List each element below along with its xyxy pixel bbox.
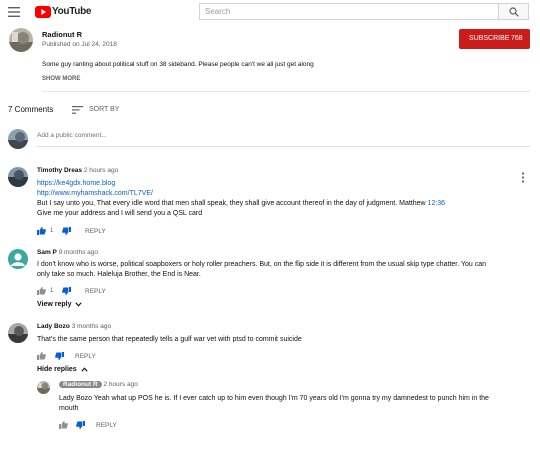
comment-text-line: Give me your address and I will send you…: [37, 210, 203, 217]
comment-time[interactable]: 9 months ago: [59, 249, 98, 256]
comment-link[interactable]: https://ke4gdx.home.blog: [37, 179, 115, 189]
comment-text: But I say unto you, That every idle word…: [37, 199, 527, 209]
channel-avatar[interactable]: [9, 28, 33, 52]
dislike-icon[interactable]: [62, 287, 71, 295]
youtube-play-icon: [35, 6, 51, 18]
video-timestamp-link[interactable]: 12:36: [428, 200, 446, 207]
more-options-icon[interactable]: [521, 172, 525, 183]
comment-link[interactable]: http://www.myhamshack.com/TL7VE/: [37, 189, 153, 199]
comment-avatar[interactable]: [8, 249, 28, 269]
reply-button[interactable]: REPLY: [75, 353, 96, 360]
comment-author[interactable]: Lady Bozo 3 months ago: [37, 323, 111, 330]
reply-author[interactable]: Radionut R 2 hours ago: [59, 381, 138, 388]
hide-replies-label: Hide replies: [37, 366, 77, 373]
comment-avatar[interactable]: [8, 323, 28, 343]
subscribe-label: SUBSCRIBE: [469, 35, 510, 42]
comment-author[interactable]: Sam P 9 months ago: [37, 249, 98, 256]
chevron-down-icon: [75, 302, 83, 307]
search-button[interactable]: [499, 3, 529, 20]
dislike-icon[interactable]: [55, 352, 64, 360]
like-count: 1: [50, 228, 54, 234]
subscriber-count: 768: [511, 35, 523, 42]
dislike-icon[interactable]: [62, 227, 71, 235]
hide-replies-button[interactable]: Hide replies: [37, 366, 88, 373]
top-bar: YouTube Search: [0, 0, 540, 26]
add-comment-input[interactable]: Add a public comment...: [37, 132, 107, 139]
video-description: Some guy ranting about political stuff o…: [42, 61, 314, 68]
reply-text-line: Lady Bozo Yeah what up POS he is. If I e…: [59, 395, 489, 402]
reply-avatar[interactable]: [37, 381, 50, 394]
comment-avatar[interactable]: [8, 167, 28, 187]
comment-input-underline: [37, 146, 530, 147]
show-more-button[interactable]: SHOW MORE: [42, 76, 80, 82]
view-reply-label: View reply: [37, 301, 72, 308]
sort-icon[interactable]: [72, 106, 83, 114]
search-placeholder: Search: [205, 7, 231, 16]
search-icon: [509, 7, 519, 17]
search-input[interactable]: Search: [199, 3, 499, 20]
comment-author[interactable]: Timothy Dreas 2 hours ago: [37, 167, 118, 174]
dislike-icon[interactable]: [76, 421, 85, 429]
divider: [42, 91, 530, 92]
view-reply-button[interactable]: View reply: [37, 301, 83, 308]
comment-time[interactable]: 2 hours ago: [84, 167, 118, 174]
user-avatar: [8, 129, 28, 149]
like-icon[interactable]: [59, 421, 68, 429]
sort-by-button[interactable]: SORT BY: [89, 106, 119, 113]
menu-icon[interactable]: [8, 7, 20, 17]
channel-name[interactable]: Radionut R: [42, 30, 82, 39]
like-icon[interactable]: [37, 227, 46, 235]
reply-text-line: mouth: [59, 405, 79, 412]
youtube-wordmark: YouTube: [52, 6, 92, 17]
comment-text-line: only take so much. Haleluja Brother, the…: [37, 271, 201, 278]
comment-text-line: That's the same person that repeatedly t…: [37, 336, 302, 343]
creator-badge[interactable]: Radionut R: [59, 381, 102, 388]
comment-text-line: But I say unto you, That every idle word…: [37, 200, 426, 207]
like-icon[interactable]: [37, 287, 46, 295]
comment-count: 7 Comments: [8, 105, 54, 114]
reply-button[interactable]: REPLY: [85, 228, 106, 235]
like-icon[interactable]: [37, 352, 46, 360]
chevron-up-icon: [81, 367, 88, 372]
comment-author-name[interactable]: Timothy Dreas: [37, 167, 82, 174]
comment-author-name[interactable]: Lady Bozo: [37, 323, 70, 330]
reply-button[interactable]: REPLY: [85, 288, 106, 295]
reply-time[interactable]: 2 hours ago: [103, 381, 137, 388]
comment-time[interactable]: 3 months ago: [72, 323, 111, 330]
like-count: 1: [50, 288, 54, 294]
subscribe-button[interactable]: SUBSCRIBE 768: [459, 29, 530, 49]
comment-text-line: I don't know who is worse, political soa…: [37, 261, 487, 268]
comment-author-name[interactable]: Sam P: [37, 249, 57, 256]
reply-button[interactable]: REPLY: [96, 422, 117, 429]
publish-date: Published on Jul 24, 2018: [42, 41, 117, 48]
